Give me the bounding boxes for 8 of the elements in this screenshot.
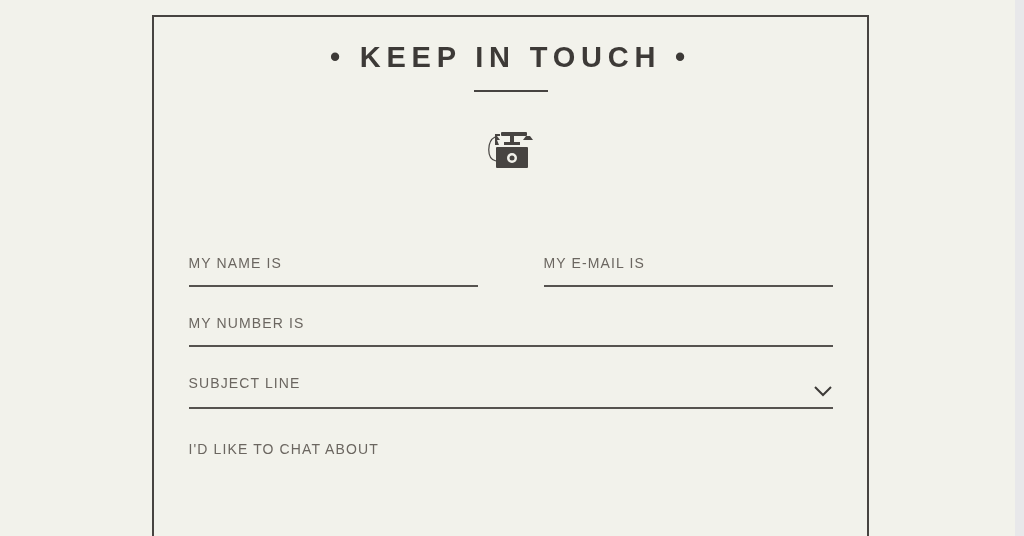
subject-dropdown[interactable]: SUBJECT LINE — [188, 367, 833, 409]
telephone-icon — [485, 131, 536, 169]
input-field[interactable]: MY E-MAIL IS — [543, 247, 833, 287]
input-field[interactable]: MY NUMBER IS — [188, 307, 833, 347]
caret-icon — [812, 385, 833, 397]
message-field[interactable]: I'D LIKE TO CHAT ABOUT — [188, 441, 833, 521]
section-title: • KEEP IN TOUCH • — [329, 40, 692, 75]
input-field[interactable]: MY NAME IS — [188, 247, 478, 287]
